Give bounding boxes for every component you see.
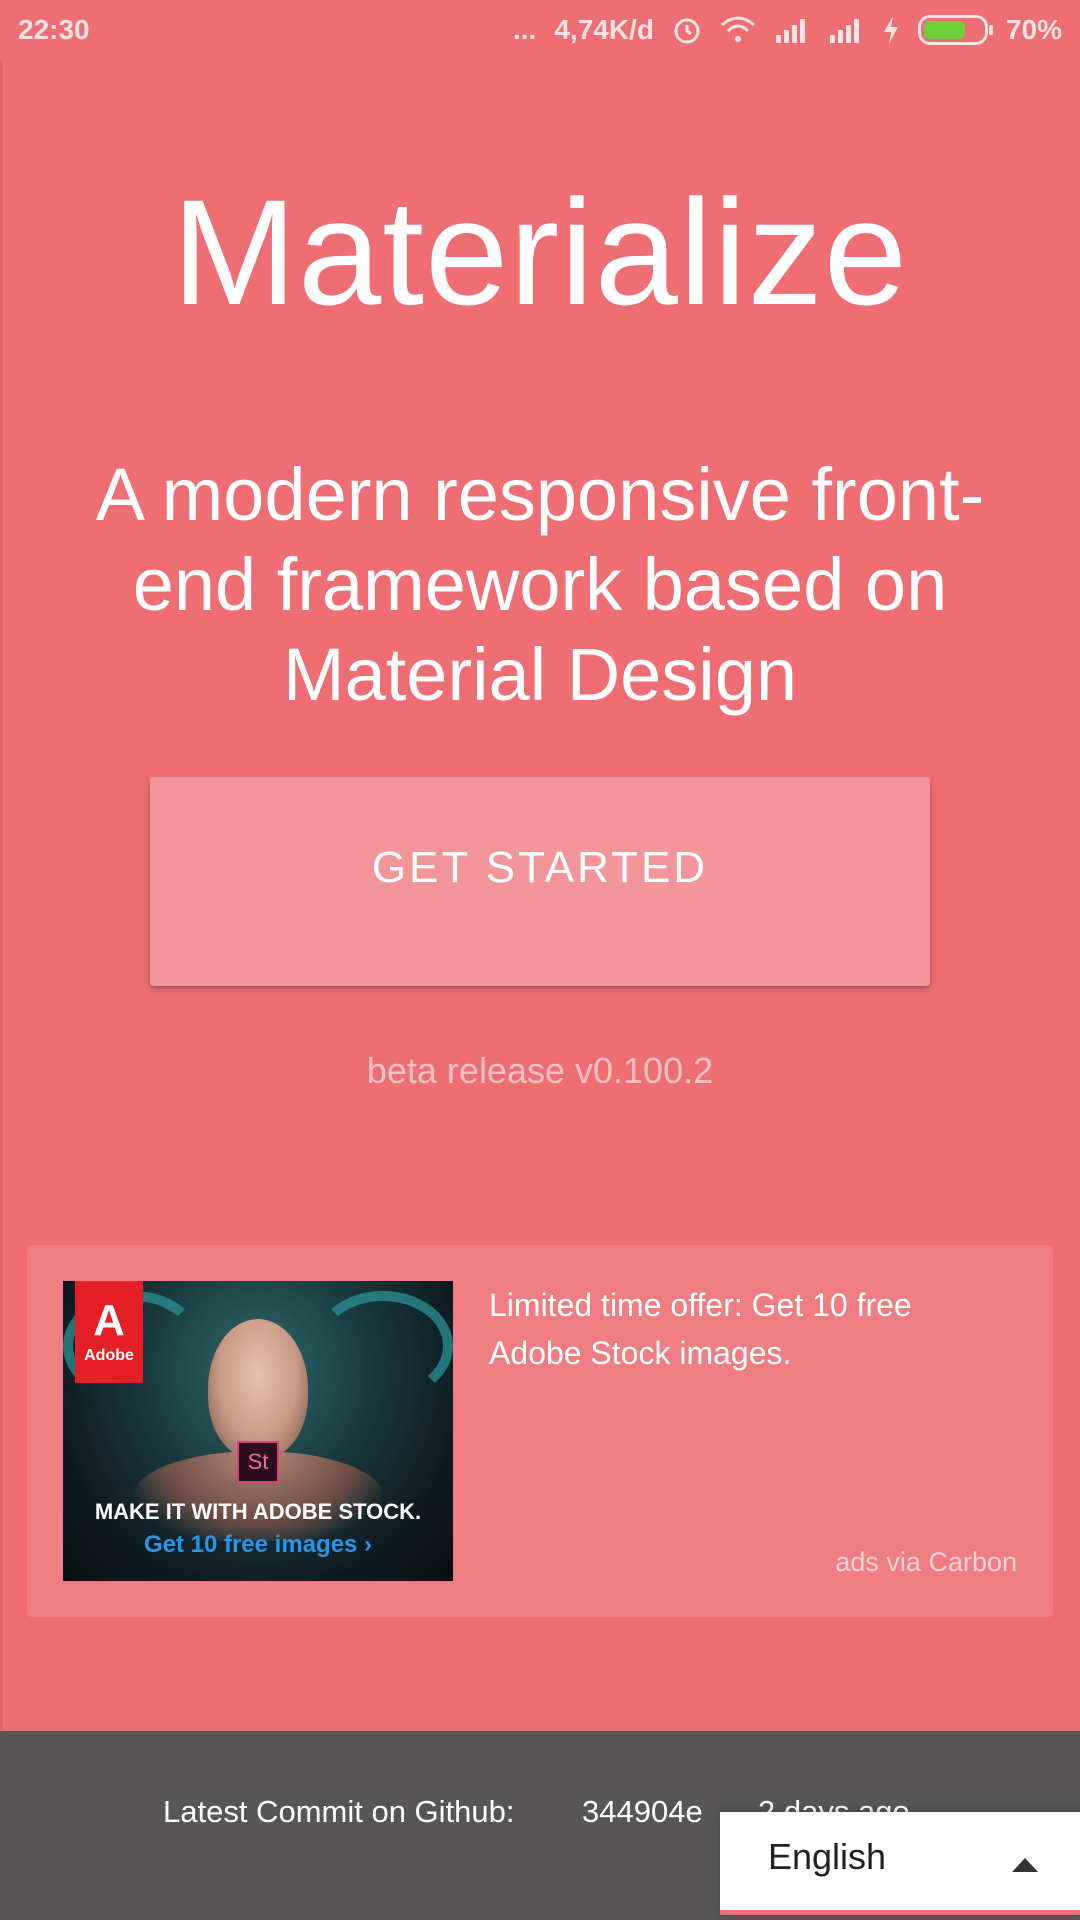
charging-icon — [882, 15, 900, 45]
ad-image-link: Get 10 free images › — [143, 1531, 373, 1558]
battery-percent: 70% — [1005, 14, 1062, 45]
more-dots-icon: ... — [513, 14, 537, 45]
get-started-button[interactable]: GET STARTED — [150, 777, 930, 986]
caret-up-icon — [1012, 1858, 1038, 1872]
face-shape — [208, 1319, 308, 1459]
battery-icon — [917, 15, 993, 45]
status-icons: ... 4,74K/d 70% — [513, 14, 1062, 46]
adobe-logo: A Adobe — [75, 1281, 143, 1383]
network-speed: 4,74K/d — [554, 14, 654, 45]
adobe-a-icon: A — [93, 1296, 125, 1345]
ad-text-link[interactable]: Limited time offer: Get 10 free Adobe St… — [489, 1281, 1009, 1377]
carbon-ad: A Adobe St MAKE IT WITH ADOBE STOCK. Get… — [27, 1245, 1053, 1617]
signal-icon — [828, 17, 864, 43]
signal-icon — [774, 17, 810, 43]
status-time: 22:30 — [18, 14, 90, 45]
hair-shape — [313, 1291, 453, 1401]
page-title: Materialize — [171, 168, 909, 336]
page-subtitle: A modern responsive front-end framework … — [95, 453, 985, 716]
language-selector[interactable]: English — [720, 1812, 1080, 1915]
language-selected-value: English — [768, 1836, 887, 1877]
latest-commit-label: Latest Commit on Github: — [163, 1794, 515, 1829]
wifi-icon — [720, 15, 756, 45]
release-version: beta release v0.100.2 — [366, 1050, 714, 1091]
ad-image-headline: MAKE IT WITH ADOBE STOCK. — [94, 1499, 422, 1524]
alarm-icon — [672, 15, 702, 45]
status-bar: 22:30 ... 4,74K/d 70% — [0, 0, 1080, 60]
ad-image[interactable]: A Adobe St MAKE IT WITH ADOBE STOCK. Get… — [63, 1281, 453, 1581]
battery-level — [923, 21, 965, 39]
stock-icon: St — [237, 1441, 279, 1483]
ads-via-carbon-link[interactable]: ads via Carbon — [835, 1547, 1017, 1578]
adobe-logo-text: Adobe — [84, 1347, 134, 1364]
commit-hash-link[interactable]: 344904e — [582, 1794, 703, 1830]
